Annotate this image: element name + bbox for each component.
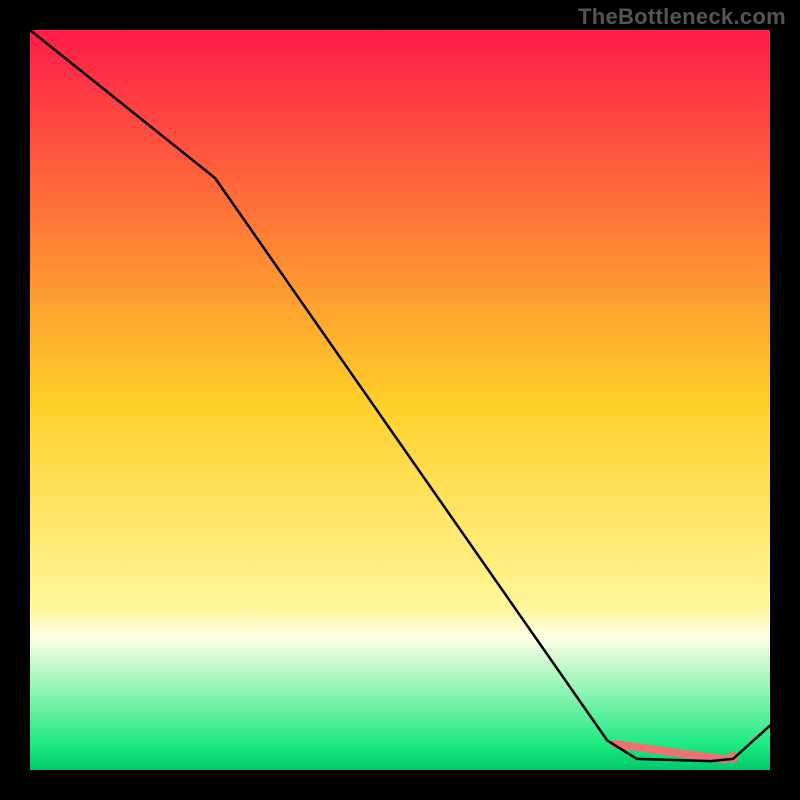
watermark-text: TheBottleneck.com bbox=[578, 4, 786, 30]
chart-frame: TheBottleneck.com bbox=[0, 0, 800, 800]
gradient-background bbox=[30, 30, 770, 770]
chart-svg bbox=[30, 30, 770, 770]
plot-area bbox=[30, 30, 770, 770]
